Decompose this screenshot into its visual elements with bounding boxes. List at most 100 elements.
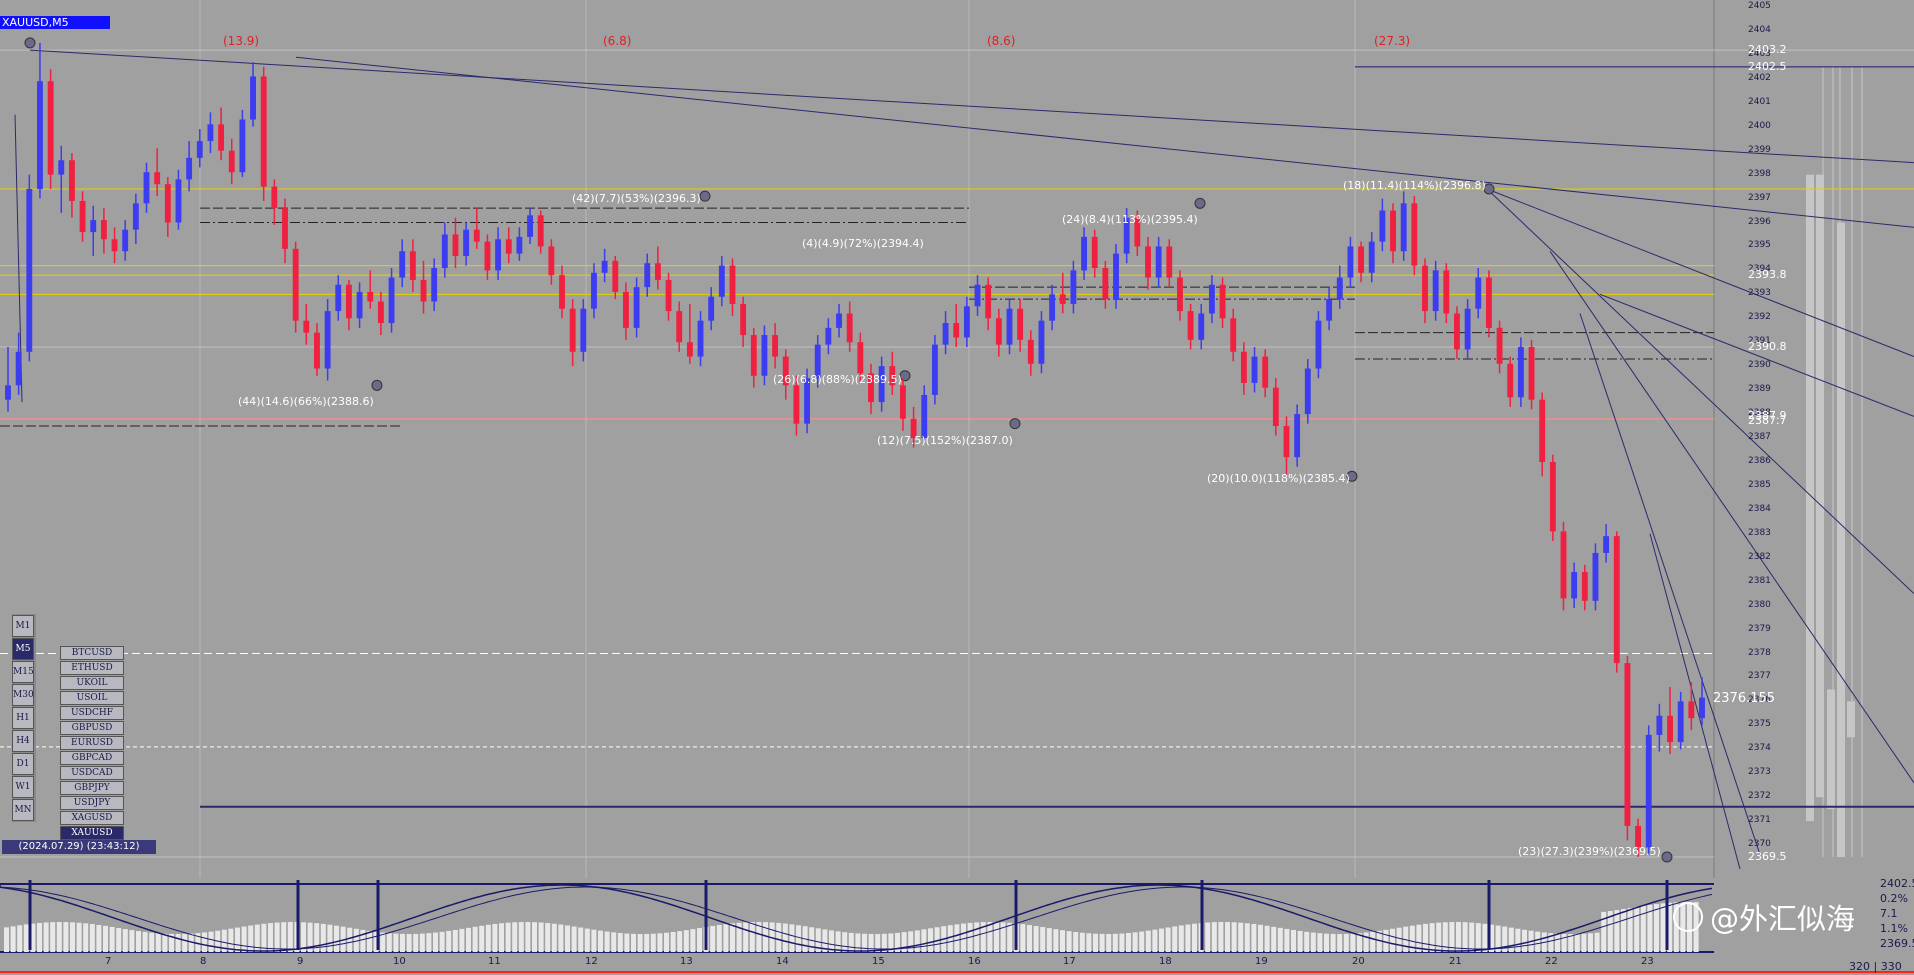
timeframe-button-m30[interactable]: M30 — [12, 684, 34, 706]
oscillator-bar — [796, 925, 801, 952]
symbol-button-ukoil[interactable]: UKOIL — [60, 676, 124, 690]
oscillator-bar — [683, 930, 689, 952]
symbol-button-eurusd[interactable]: EURUSD — [60, 736, 124, 750]
oscillator-bar — [1093, 933, 1098, 952]
timeframe-button-m1[interactable]: M1 — [12, 615, 34, 637]
price-marker: 2402.5 — [1748, 59, 1787, 73]
candle — [1379, 198, 1386, 252]
candle — [314, 323, 320, 376]
oscillator-bar — [1660, 903, 1666, 952]
symbol-button-gbpcad[interactable]: GBPCAD — [60, 751, 124, 765]
oscillator-bar — [716, 925, 722, 952]
oscillator-bar — [1383, 929, 1389, 952]
date-tick: 20 — [1352, 956, 1365, 967]
oscillator-bar — [89, 924, 95, 952]
candle — [37, 42, 43, 199]
candle — [175, 169, 182, 230]
oscillator-bar — [650, 933, 656, 952]
oscillator-bar — [466, 927, 471, 952]
price-tick: 2399 — [1748, 144, 1771, 155]
candle — [58, 145, 65, 213]
oscillator-bar — [954, 924, 960, 952]
oscillator-bar — [974, 922, 980, 952]
oscillator-bar — [545, 923, 551, 952]
timeframe-button-m5[interactable]: M5 — [12, 638, 34, 660]
price-marker: 2387.7 — [1748, 414, 1787, 428]
price-chart[interactable] — [0, 0, 1914, 975]
timeframe-button-h1[interactable]: H1 — [12, 707, 34, 729]
candle — [1699, 677, 1705, 726]
candle — [985, 277, 992, 331]
pivot-marker — [1661, 851, 1673, 863]
oscillator-bar — [1225, 922, 1230, 952]
oscillator-bar — [446, 930, 452, 952]
price-tick: 2375 — [1748, 719, 1771, 730]
candle — [654, 246, 661, 290]
candle — [143, 162, 150, 213]
timeframe-button-mn[interactable]: MN — [12, 799, 34, 821]
oscillator-bar — [1132, 932, 1138, 952]
oscillator-bar — [17, 925, 23, 952]
date-tick: 11 — [488, 956, 501, 967]
price-tick: 2373 — [1748, 767, 1771, 778]
timeframe-button-m15[interactable]: M15 — [12, 661, 34, 683]
candle — [1667, 687, 1673, 755]
symbol-button-usoil[interactable]: USOIL — [60, 691, 124, 705]
candle — [367, 270, 374, 309]
oscillator-bar — [776, 922, 782, 952]
price-tick: 2371 — [1748, 815, 1771, 826]
oscillator-bar — [1515, 928, 1521, 952]
oscillator-bar — [591, 929, 597, 952]
symbol-button-ethusd[interactable]: ETHUSD — [60, 661, 124, 675]
candle — [1613, 531, 1620, 673]
oscillator-bar — [928, 928, 933, 952]
oscillator-bar — [1456, 922, 1461, 952]
price-tick: 2378 — [1748, 647, 1771, 658]
oscillator-bar — [4, 927, 9, 952]
candle — [1422, 258, 1428, 324]
candle — [836, 303, 842, 338]
symbol-button-gbpusd[interactable]: GBPUSD — [60, 721, 124, 735]
oscillator-bar — [393, 933, 399, 952]
symbol-button-usdchf[interactable]: USDCHF — [60, 706, 124, 720]
candle — [612, 256, 619, 300]
candle — [207, 112, 214, 154]
timeframe-button-d1[interactable]: D1 — [12, 753, 34, 775]
timeframe-button-h4[interactable]: H4 — [12, 730, 34, 752]
candles — [5, 42, 1705, 858]
oscillator-bar — [241, 926, 247, 952]
symbol-button-gbpjpy[interactable]: GBPJPY — [60, 781, 124, 795]
candle — [282, 198, 288, 264]
price-tick: 2387 — [1748, 432, 1771, 442]
oscillator-bar — [1482, 923, 1488, 952]
oscillator-bar — [532, 922, 537, 952]
symbol-button-xauusd[interactable]: XAUUSD — [60, 826, 124, 840]
oscillator-bar — [657, 933, 663, 952]
price-marker: 2393.8 — [1748, 268, 1787, 282]
oscillator-bar — [908, 931, 914, 952]
candle — [995, 308, 1002, 357]
candle — [1294, 404, 1301, 467]
oscillator-bar — [472, 926, 478, 952]
symbol-button-usdjpy[interactable]: USDJPY — [60, 796, 124, 810]
oscillator-bar — [10, 926, 16, 952]
oscillator-bar — [1073, 932, 1079, 952]
oscillator-bar — [1251, 923, 1257, 952]
candle — [644, 253, 651, 297]
candle — [559, 265, 565, 319]
volume-profile-bar — [1827, 689, 1835, 810]
symbol-button-btcusd[interactable]: BTCUSD — [60, 646, 124, 660]
oscillator-bar — [835, 931, 841, 952]
candle — [1251, 347, 1258, 393]
timeframe-button-w1[interactable]: W1 — [12, 776, 34, 798]
oscillator-bar — [1429, 923, 1435, 952]
symbol-button-usdcad[interactable]: USDCAD — [60, 766, 124, 780]
oscillator-bar — [525, 922, 531, 952]
candle — [1208, 275, 1215, 324]
pivot-marker — [24, 37, 36, 49]
symbol-button-xagusd[interactable]: XAGUSD — [60, 811, 124, 825]
oscillator-bar — [1192, 923, 1197, 952]
date-tick: 16 — [968, 956, 981, 967]
oscillator-bar — [1020, 924, 1026, 952]
oscillator-bar — [1178, 925, 1184, 952]
